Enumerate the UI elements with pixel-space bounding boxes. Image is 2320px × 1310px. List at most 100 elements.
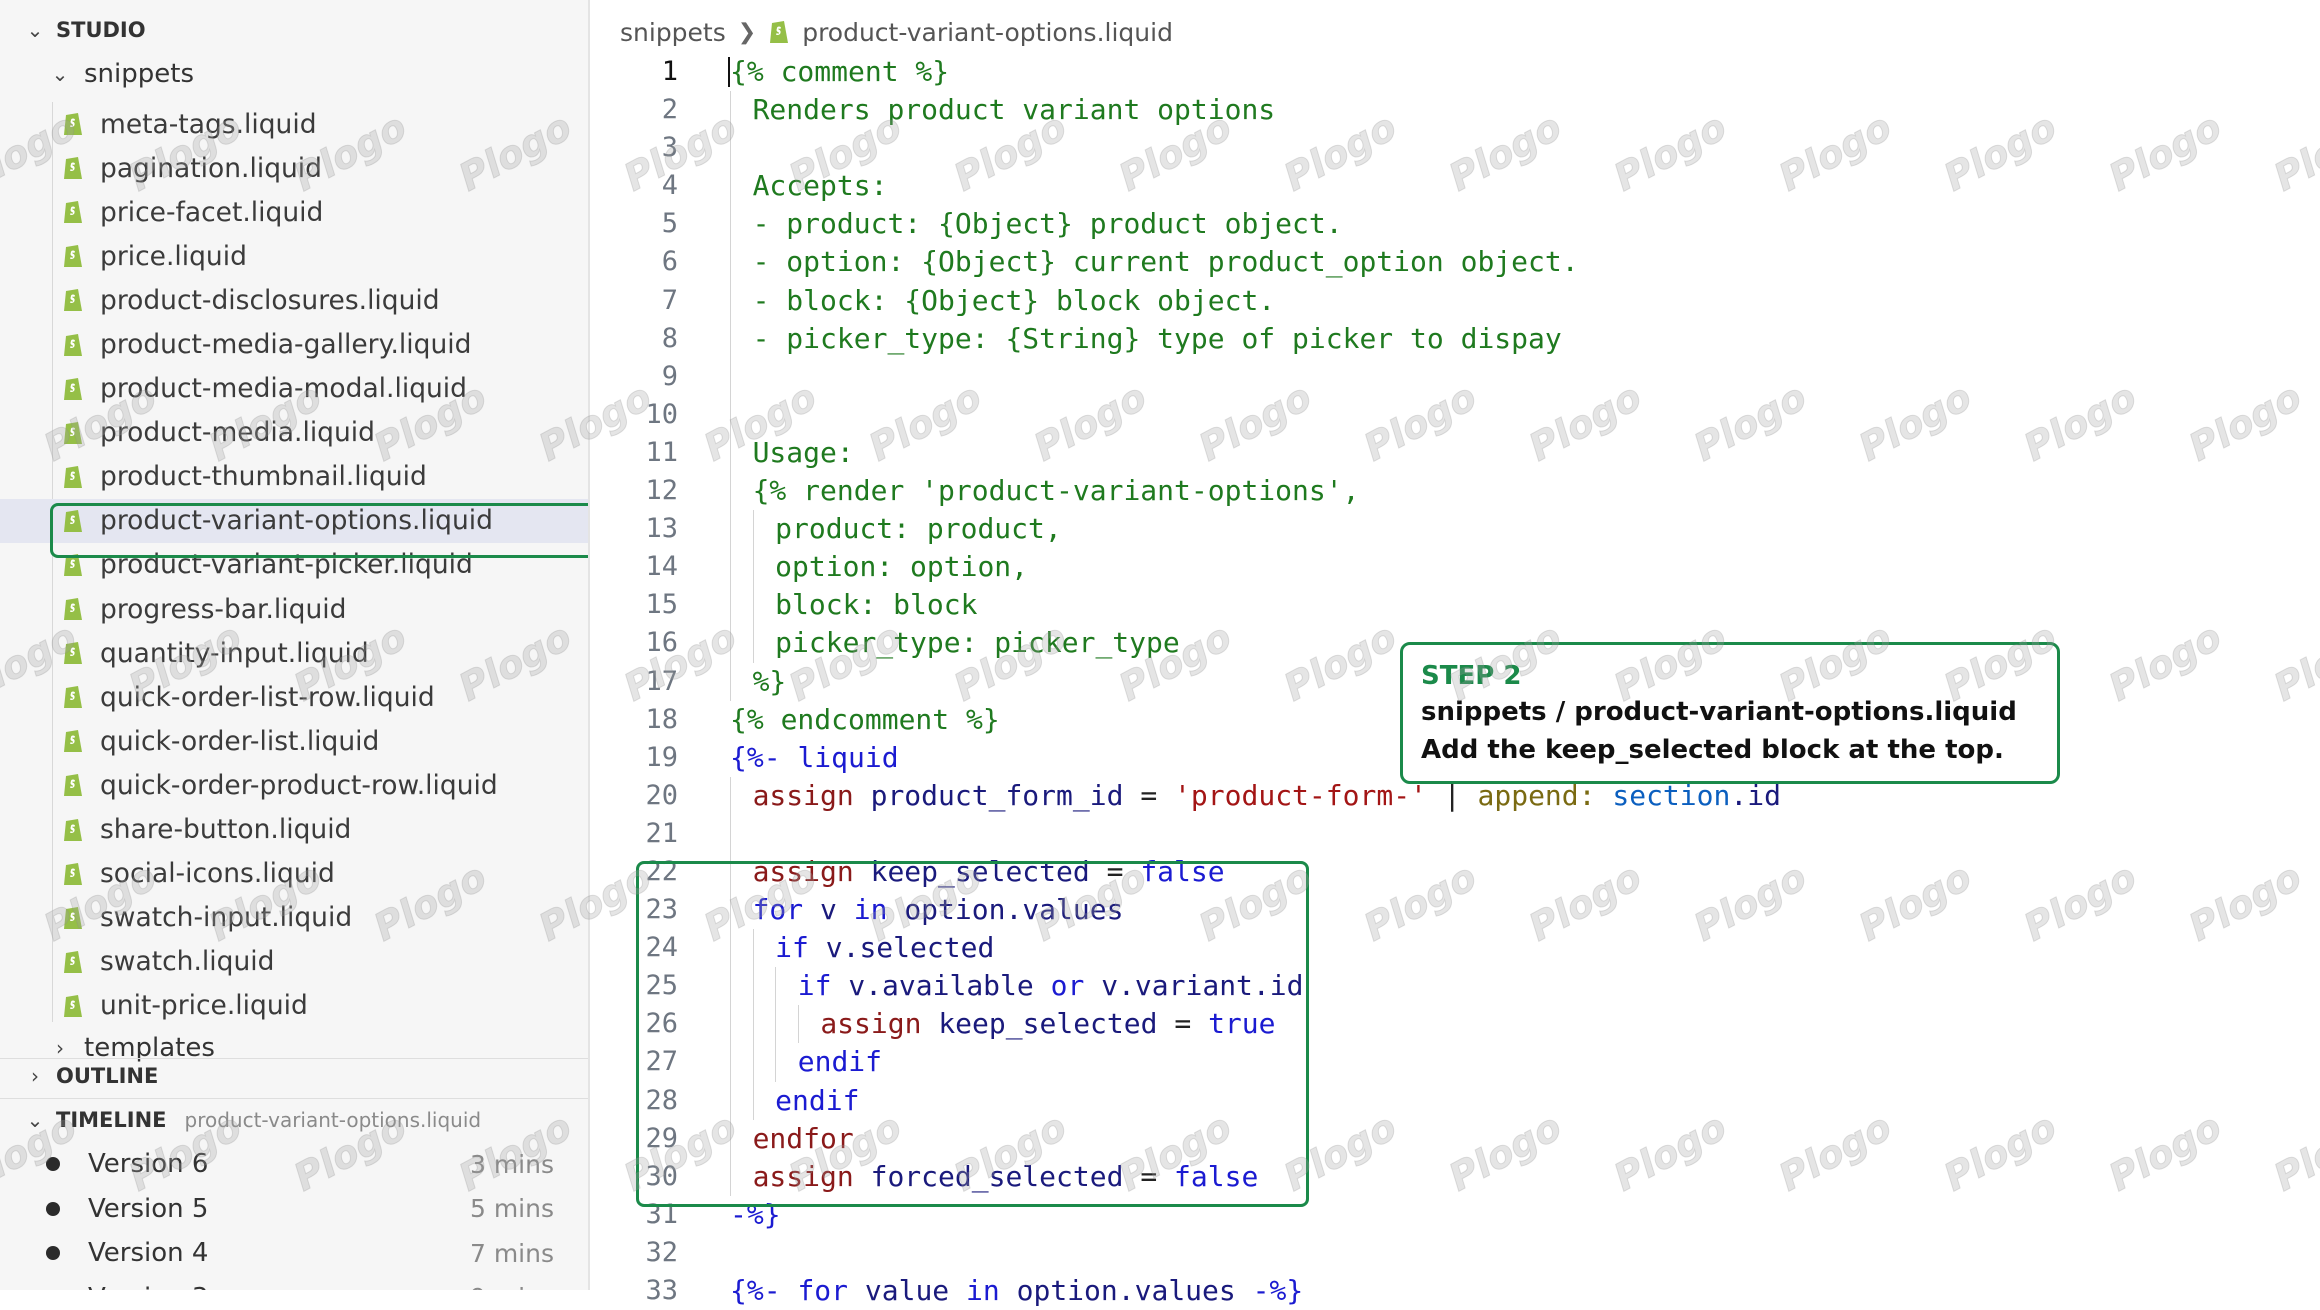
code-token: {%- — [730, 1274, 798, 1307]
line-number: 15 — [645, 589, 678, 621]
timeline-version-item[interactable]: Version 5 5 mins — [0, 1187, 588, 1231]
shopify-liquid-icon — [64, 421, 82, 444]
file-item[interactable]: swatch.liquid — [0, 940, 588, 984]
line-number: 18 — [645, 703, 678, 735]
line-number: 10 — [645, 398, 678, 430]
version-time: 5 mins — [469, 1194, 554, 1223]
shopify-liquid-icon — [64, 730, 82, 753]
line-number: 21 — [645, 817, 678, 849]
version-name: Version 4 — [88, 1238, 209, 1268]
timeline-version-item[interactable]: Version 6 3 mins — [0, 1142, 588, 1186]
line-number: 1 — [661, 56, 678, 87]
step-instruction: Add the keep_selected block at the top. — [1421, 735, 2004, 765]
file-item[interactable]: product-media-gallery.liquid — [0, 322, 588, 366]
file-label: product-disclosures.liquid — [100, 284, 440, 316]
file-label: product-media-modal.liquid — [100, 373, 467, 405]
timeline-version-item[interactable]: Version 4 7 mins — [0, 1231, 588, 1275]
file-item[interactable]: product-disclosures.liquid — [0, 278, 588, 322]
studio-section-header[interactable]: ⌄ STUDIO — [0, 8, 588, 52]
file-label: share-button.liquid — [100, 814, 352, 846]
code-text: {%- for value in option.values -%} — [730, 1272, 1303, 1310]
file-item[interactable]: quick-order-product-row.liquid — [0, 763, 588, 807]
file-item[interactable]: pagination.liquid — [0, 146, 588, 190]
indent-guide — [730, 510, 731, 549]
line-number: 12 — [645, 475, 678, 507]
folder-snippets[interactable]: ⌄ snippets — [0, 52, 588, 96]
file-label: unit-price.liquid — [100, 990, 308, 1022]
file-item[interactable]: price-facet.liquid — [0, 190, 588, 234]
file-item[interactable]: swatch-input.liquid — [0, 896, 588, 940]
indent-guide — [730, 319, 731, 358]
file-item[interactable]: quick-order-list-row.liquid — [0, 675, 588, 719]
code-token: - picker_type: {String} type of picker t… — [752, 321, 1562, 355]
code-line: 9 — [600, 357, 2320, 396]
line-number: 20 — [645, 779, 678, 811]
file-item[interactable]: product-media-modal.liquid — [0, 367, 588, 411]
file-item[interactable]: meta-tags.liquid — [0, 102, 588, 146]
file-item[interactable]: unit-price.liquid — [0, 984, 588, 1028]
indent-guide — [730, 624, 731, 663]
file-label: product-thumbnail.liquid — [100, 461, 427, 493]
file-item[interactable]: product-thumbnail.liquid — [0, 455, 588, 499]
code-token: {%- — [730, 740, 798, 774]
line-number: 3 — [661, 132, 678, 164]
shopify-liquid-icon — [64, 818, 82, 841]
code-text: Accepts: — [753, 167, 888, 205]
file-item[interactable]: share-button.liquid — [0, 808, 588, 852]
code-text: - block: {Object} block object. — [753, 282, 1276, 320]
code-line: 5 - product: {Object} product object. — [600, 205, 2320, 244]
breadcrumb-folder[interactable]: snippets — [620, 18, 726, 47]
version-time: 7 mins — [469, 1238, 554, 1268]
breadcrumb-file[interactable]: product-variant-options.liquid — [802, 18, 1173, 47]
code-token: {% endcomment %} — [730, 702, 1000, 736]
file-item[interactable]: progress-bar.liquid — [0, 587, 588, 631]
code-token: option.values — [1016, 1274, 1236, 1307]
line-number: 9 — [661, 360, 678, 392]
code-line: 8 - picker_type: {String} type of picker … — [600, 319, 2320, 358]
sidebar-divider[interactable] — [588, 0, 590, 1290]
shopify-liquid-icon — [64, 862, 82, 885]
folder-label: snippets — [84, 59, 194, 89]
version-name: Version 6 — [88, 1149, 209, 1179]
code-line: 21 — [600, 814, 2320, 853]
version-dot-icon — [46, 1201, 60, 1216]
timeline-version-item[interactable]: Version 3 9 mins — [0, 1276, 588, 1291]
code-text: {% endcomment %} — [730, 701, 1000, 739]
studio-label: STUDIO — [56, 18, 146, 42]
code-line: 3 — [600, 129, 2320, 168]
code-line: 4 Accepts: — [600, 167, 2320, 206]
shopify-liquid-icon — [64, 994, 82, 1017]
shopify-liquid-icon — [64, 774, 82, 797]
line-number: 2 — [661, 94, 678, 126]
file-item[interactable]: product-media.liquid — [0, 411, 588, 455]
outline-section-header[interactable]: › OUTLINE — [0, 1054, 588, 1098]
code-line: 33 {%- for value in option.values -%} — [600, 1272, 2320, 1310]
code-token: 'product-form-' — [1174, 778, 1427, 812]
file-label: quick-order-product-row.liquid — [100, 769, 498, 801]
file-label: social-icons.liquid — [100, 858, 335, 890]
chevron-right-icon: ❯ — [737, 19, 757, 45]
text-cursor — [728, 57, 730, 87]
file-label: swatch.liquid — [100, 946, 275, 978]
code-token: {% render 'product-variant-options', — [752, 474, 1360, 508]
line-number: 16 — [645, 627, 678, 659]
code-token: liquid — [797, 740, 899, 774]
code-token: product_form_id — [870, 778, 1124, 812]
file-item[interactable]: quick-order-list.liquid — [0, 719, 588, 763]
version-time: 9 mins — [470, 1283, 554, 1290]
line-number: 5 — [661, 208, 678, 240]
file-label: meta-tags.liquid — [100, 108, 317, 140]
shopify-liquid-icon — [64, 598, 82, 621]
file-item[interactable]: social-icons.liquid — [0, 852, 588, 896]
code-text: {% comment %} — [730, 53, 949, 91]
shopify-liquid-icon — [770, 21, 789, 43]
indent-guide — [730, 167, 731, 206]
indent-guide — [730, 243, 731, 282]
timeline-section-header[interactable]: ⌄ TIMELINE product-variant-options.liqui… — [0, 1098, 588, 1142]
file-item[interactable]: price.liquid — [0, 234, 588, 278]
file-item[interactable]: quantity-input.liquid — [0, 631, 588, 675]
step-callout: STEP 2 snippets / product-variant-option… — [1400, 642, 2060, 784]
code-token: {% comment %} — [730, 55, 950, 88]
indent-guide — [730, 586, 731, 625]
code-text: %} — [753, 663, 787, 701]
